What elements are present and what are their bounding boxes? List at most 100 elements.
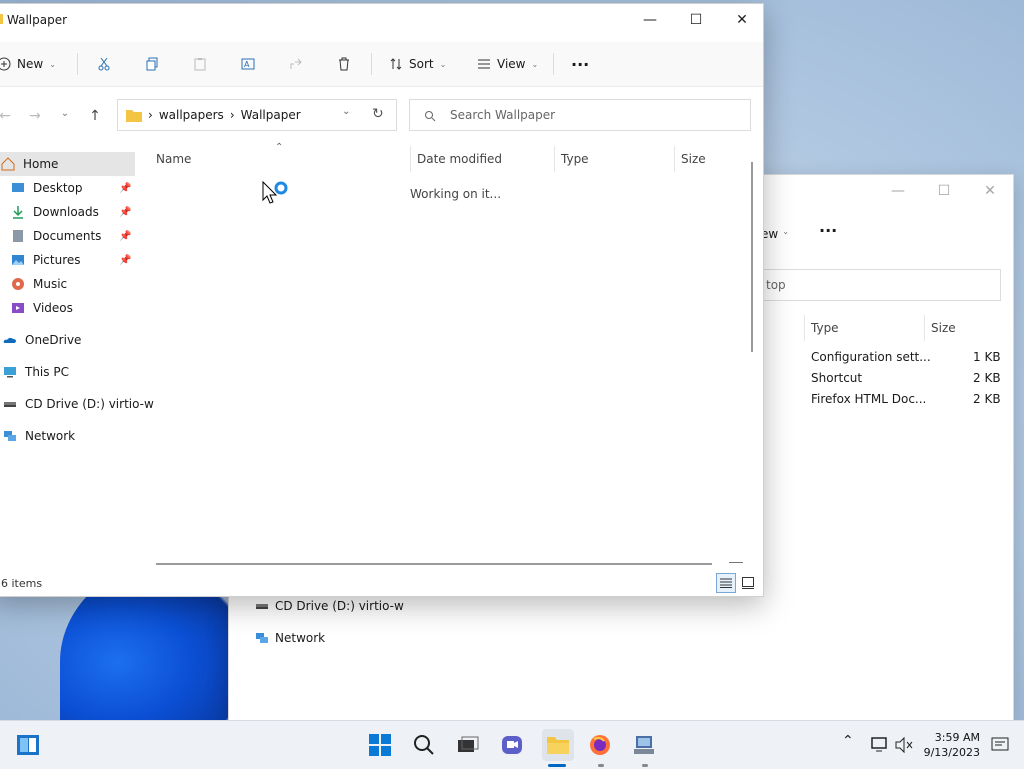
column-divider <box>804 315 805 341</box>
back-nav-network[interactable]: Network <box>255 631 325 645</box>
up-arrow-icon[interactable]: ↑ <box>83 108 107 124</box>
firefox-button[interactable] <box>586 731 614 759</box>
running-indicator <box>598 764 604 767</box>
column-divider[interactable] <box>674 146 675 172</box>
widgets-icon <box>17 735 39 755</box>
close-button[interactable]: ✕ <box>719 4 765 36</box>
videos-icon <box>12 303 24 313</box>
explorer-window[interactable]: Wallpaper — ☐ ✕ New ⌄ A Sort ⌄ View ⌄ ··… <box>0 3 764 597</box>
horizontal-scrollbar[interactable] <box>156 563 712 565</box>
back-more-button[interactable]: ··· <box>819 221 837 240</box>
copy-button[interactable] <box>145 42 159 86</box>
breadcrumb: › wallpapers › Wallpaper <box>126 108 301 122</box>
column-header-type[interactable]: Type <box>811 321 839 335</box>
home-icon <box>1 157 15 171</box>
address-dropdown-icon[interactable]: ⌄ <box>342 106 350 117</box>
pin-icon[interactable]: 📌 <box>119 231 131 242</box>
details-view-button[interactable] <box>716 573 736 593</box>
start-button[interactable] <box>366 731 394 759</box>
column-header-name[interactable]: Name <box>156 152 191 166</box>
breadcrumb-item[interactable]: wallpapers <box>159 108 224 122</box>
back-view-button[interactable]: ew ⌄ <box>761 227 789 241</box>
sidebar-item-cd-drive[interactable]: CD Drive (D:) virtio-w <box>3 392 154 416</box>
sidebar-item-label: Network <box>25 429 76 443</box>
vertical-scrollbar[interactable] <box>751 162 753 352</box>
widgets-button[interactable] <box>14 731 42 759</box>
rename-icon: A <box>241 58 255 70</box>
rename-button[interactable]: A <box>241 42 255 86</box>
column-divider[interactable] <box>410 146 411 172</box>
windows-logo-icon <box>369 734 391 756</box>
column-header-type[interactable]: Type <box>561 152 589 166</box>
cut-button[interactable] <box>97 42 111 86</box>
sidebar-item-network[interactable]: Network <box>3 424 75 448</box>
new-label: New <box>17 57 44 71</box>
file-list[interactable]: Name ⌃ Date modified Type Size Working o… <box>139 142 755 562</box>
back-nav-cd-drive[interactable]: CD Drive (D:) virtio-w <box>255 599 404 613</box>
column-divider <box>924 315 925 341</box>
view-button[interactable]: View ⌄ <box>477 42 538 86</box>
sidebar-item-this-pc[interactable]: This PC <box>3 360 69 384</box>
large-icons-view-icon <box>742 577 754 589</box>
folder-icon <box>0 14 3 24</box>
column-divider[interactable] <box>554 146 555 172</box>
sidebar-item-videos[interactable]: Videos <box>11 296 73 320</box>
search-input[interactable]: Search Wallpaper <box>409 99 751 131</box>
sidebar-item-home[interactable]: Home <box>0 152 135 176</box>
column-header-size[interactable]: Size <box>681 152 706 166</box>
new-button[interactable]: New ⌄ <box>0 42 56 86</box>
search-button[interactable] <box>410 731 438 759</box>
taskbar: ⌃ 3:59 AM 9/13/2023 <box>0 720 1024 769</box>
chat-button[interactable] <box>498 731 526 759</box>
plus-circle-icon <box>0 57 11 71</box>
clock[interactable]: 3:59 AM 9/13/2023 <box>920 730 980 760</box>
tiles-view-button[interactable] <box>738 573 758 593</box>
sort-button[interactable]: Sort ⌄ <box>389 42 446 86</box>
sidebar-item-pictures[interactable]: Pictures <box>11 248 81 272</box>
control-panel-button[interactable] <box>630 731 658 759</box>
sidebar-item-downloads[interactable]: Downloads <box>11 200 99 224</box>
pin-icon[interactable]: 📌 <box>119 207 131 218</box>
network-status-icon <box>871 737 887 752</box>
sidebar-item-documents[interactable]: Documents <box>11 224 101 248</box>
forward-arrow-icon[interactable]: → <box>23 108 47 124</box>
chevron-down-icon: ⌄ <box>439 59 447 69</box>
close-icon[interactable]: ✕ <box>975 183 1005 199</box>
sidebar-item-label: Videos <box>33 301 73 315</box>
delete-button[interactable] <box>337 42 351 86</box>
chevron-down-icon: ⌄ <box>49 59 56 69</box>
file-explorer-taskbar-button[interactable] <box>542 729 574 761</box>
breadcrumb-item[interactable]: Wallpaper <box>241 108 301 122</box>
network-icon <box>4 431 16 441</box>
column-header-date[interactable]: Date modified <box>417 152 502 166</box>
column-header-size[interactable]: Size <box>931 321 956 335</box>
refresh-icon[interactable]: ↻ <box>372 106 384 122</box>
maximize-icon[interactable]: ☐ <box>929 183 959 199</box>
list-item-size: 2 KB <box>973 371 1001 385</box>
maximize-button[interactable]: ☐ <box>673 4 719 36</box>
more-options-button[interactable]: ··· <box>571 42 589 86</box>
back-arrow-icon[interactable]: ← <box>0 108 17 124</box>
sidebar-item-label: Music <box>33 277 68 291</box>
pin-icon[interactable]: 📌 <box>119 183 131 194</box>
title-bar[interactable]: Wallpaper — ☐ ✕ <box>0 4 763 36</box>
notifications-button[interactable] <box>986 731 1014 759</box>
address-bar[interactable]: › wallpapers › Wallpaper ⌄ ↻ <box>117 99 397 131</box>
sidebar-item-desktop[interactable]: Desktop <box>11 176 83 200</box>
pin-icon[interactable]: 📌 <box>119 255 131 266</box>
back-search-input[interactable]: top <box>761 269 1001 301</box>
minimize-button[interactable]: — <box>627 4 673 36</box>
scroll-end-marker <box>729 562 743 563</box>
list-item-type[interactable]: Shortcut <box>811 371 862 385</box>
show-hidden-icons-chevron-icon[interactable]: ⌃ <box>842 733 854 749</box>
sidebar-item-music[interactable]: Music <box>11 272 67 296</box>
list-item-type[interactable]: Firefox HTML Doc... <box>811 392 926 406</box>
sidebar-item-onedrive[interactable]: OneDrive <box>3 328 81 352</box>
task-view-button[interactable] <box>454 731 482 759</box>
recent-chevron-icon[interactable]: ⌄ <box>53 108 77 119</box>
list-item-type[interactable]: Configuration sett... <box>811 350 931 364</box>
paste-button[interactable] <box>193 42 207 86</box>
minimize-icon[interactable]: — <box>883 183 913 199</box>
share-button[interactable] <box>289 42 303 86</box>
volume-muted-button[interactable] <box>890 731 918 759</box>
